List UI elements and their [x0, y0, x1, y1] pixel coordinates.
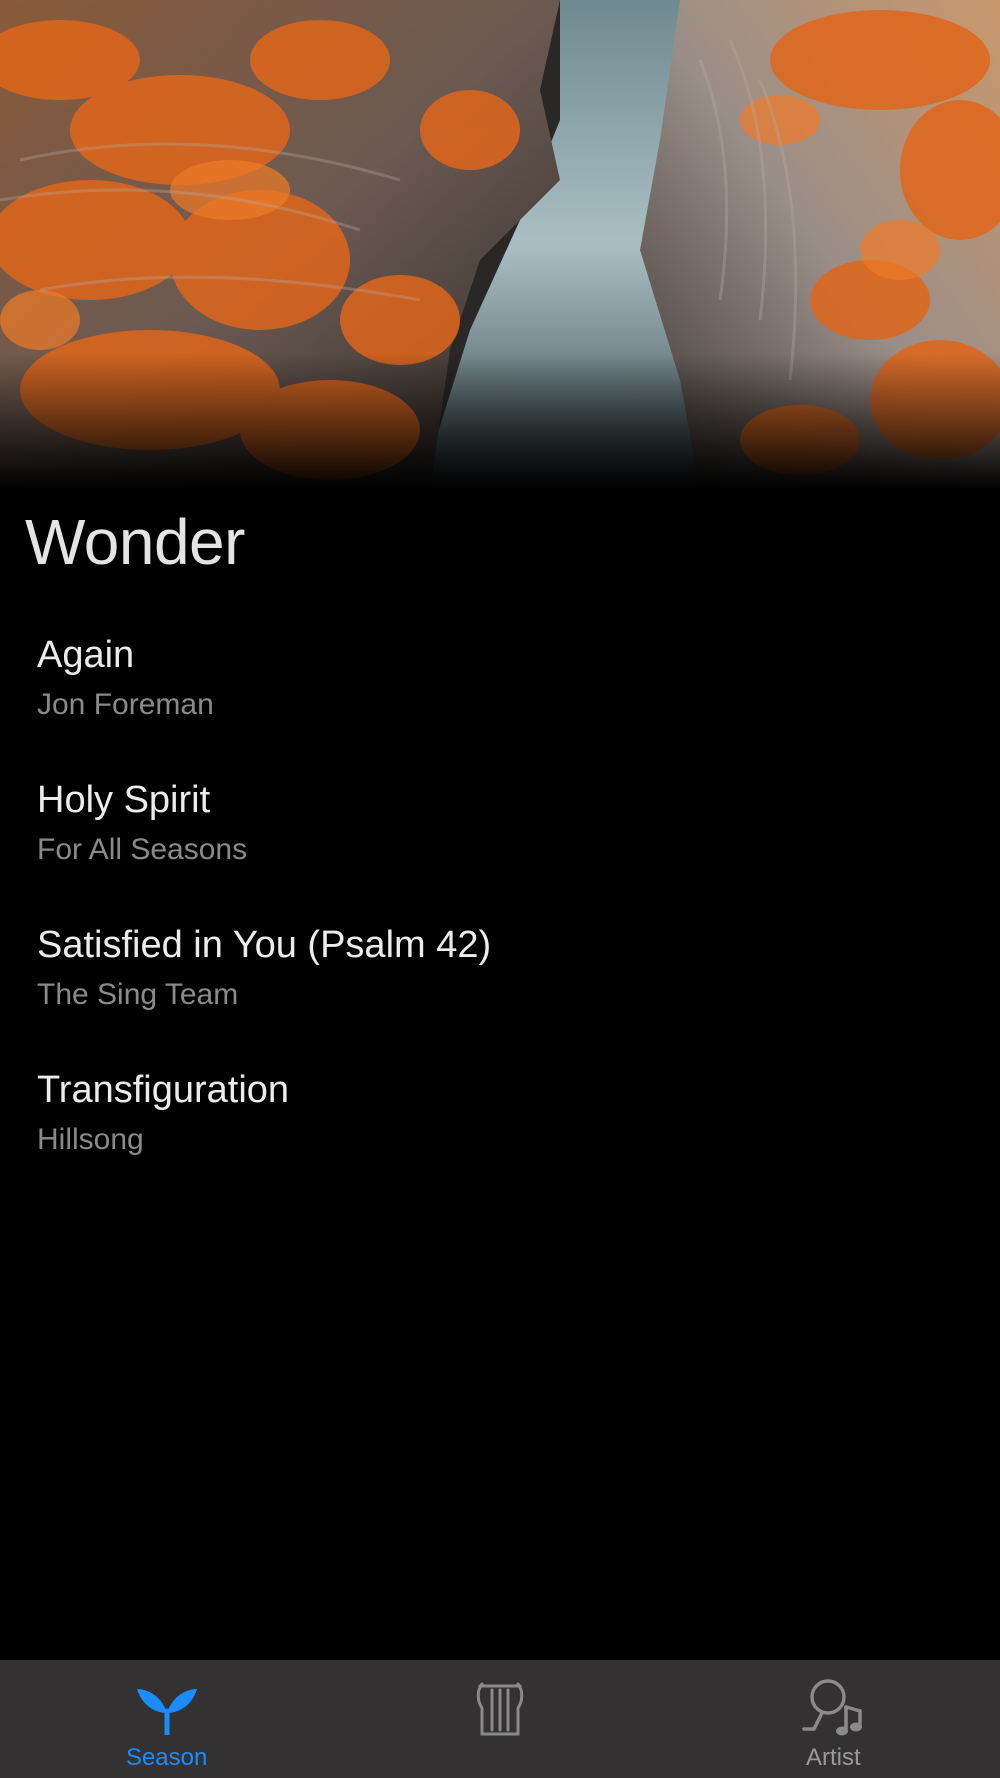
playlist-title: Wonder: [25, 506, 245, 578]
sprout-icon: [132, 1676, 202, 1740]
tab-season[interactable]: Season: [0, 1660, 333, 1778]
song-list: Again Jon Foreman Holy Spirit For All Se…: [0, 625, 1000, 1205]
song-item[interactable]: Again Jon Foreman: [0, 625, 1000, 770]
tab-artist-label: Artist: [805, 1744, 861, 1771]
song-title: Holy Spirit: [37, 779, 211, 821]
song-artist: For All Seasons: [37, 833, 248, 866]
tab-artist[interactable]: Artist: [667, 1660, 1000, 1778]
song-title: Satisfied in You (Psalm 42): [37, 924, 492, 966]
song-item[interactable]: Satisfied in You (Psalm 42) The Sing Tea…: [0, 915, 1000, 1060]
lyre-icon: [465, 1676, 535, 1740]
song-title: Transfiguration: [37, 1069, 290, 1111]
song-title: Again: [37, 634, 135, 676]
hero-image: [0, 0, 1000, 490]
tab-bar: Season Artist: [0, 1660, 1000, 1778]
singer-icon: [798, 1676, 868, 1740]
tab-season-label: Season: [125, 1744, 208, 1771]
song-item[interactable]: Holy Spirit For All Seasons: [0, 770, 1000, 915]
song-artist: Hillsong: [37, 1123, 144, 1156]
song-artist: Jon Foreman: [37, 688, 214, 721]
tab-lyre[interactable]: [333, 1660, 666, 1778]
song-item[interactable]: Transfiguration Hillsong: [0, 1060, 1000, 1205]
canyon-photo: [0, 0, 1000, 490]
song-artist: The Sing Team: [37, 978, 239, 1011]
